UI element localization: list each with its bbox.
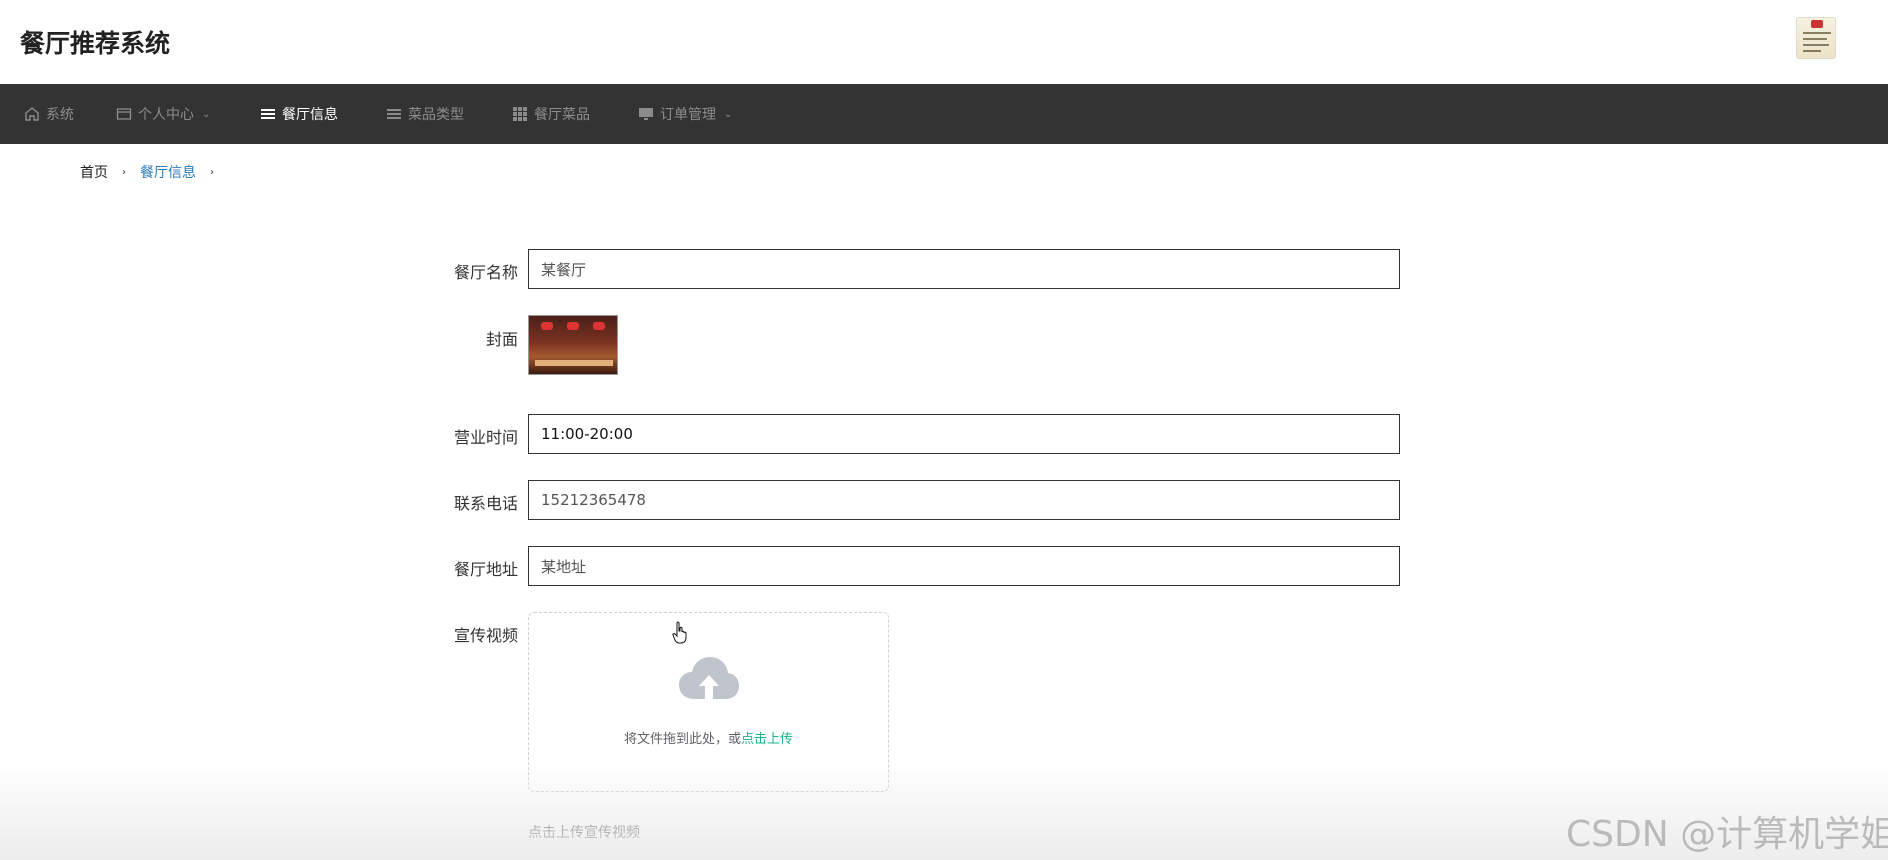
contact-phone-label: 联系电话 (453, 494, 518, 513)
breadcrumb-current[interactable]: 餐厅信息 (140, 162, 196, 182)
cover-label: 封面 (485, 330, 518, 349)
cover-image[interactable] (528, 315, 618, 375)
chevron-down-icon: ⌄ (202, 108, 211, 120)
grid-icon (512, 106, 528, 122)
upload-drop-text: 将文件拖到此处，或 (623, 732, 741, 747)
cover-image-detail (593, 322, 605, 330)
nav-item-label: 餐厅信息 (282, 107, 338, 123)
avatar-line (1803, 32, 1831, 34)
avatar[interactable] (1796, 17, 1836, 59)
nav-item-personal-center[interactable]: 个人中心 ⌄ (116, 84, 210, 144)
chevron-down-icon: ⌄ (724, 108, 733, 120)
watermark: CSDN @计算机学姐 (1566, 814, 1888, 855)
nav-item-system[interactable]: 系统 (24, 84, 74, 144)
upload-hint: 将文件拖到此处，或点击上传 (529, 728, 888, 747)
cover-image-detail (535, 360, 613, 366)
breadcrumb-home[interactable]: 首页 (80, 162, 108, 182)
cloud-upload-icon (678, 655, 740, 703)
nav-item-label: 订单管理 (660, 107, 716, 123)
nav-item-dish-type[interactable]: 菜品类型 (386, 84, 464, 144)
upload-tip: 点击上传宣传视频 (528, 825, 640, 841)
wallet-icon (116, 106, 132, 122)
restaurant-name-input[interactable] (528, 249, 1400, 289)
nav-item-label: 菜品类型 (408, 107, 464, 123)
nav-item-restaurant-dishes[interactable]: 餐厅菜品 (512, 84, 590, 144)
promo-video-label: 宣传视频 (453, 626, 518, 645)
nav-item-label: 餐厅菜品 (534, 107, 590, 123)
avatar-line (1803, 50, 1821, 52)
business-hours-label: 营业时间 (453, 428, 518, 447)
navbar: 系统 个人中心 ⌄ 餐厅信息 菜品类型 餐厅菜品 订单管理 ⌄ (0, 84, 1888, 144)
nav-item-restaurant-info[interactable]: 餐厅信息 (260, 84, 338, 144)
upload-click-link[interactable]: 点击上传 (741, 732, 793, 747)
chevron-right-icon: › (210, 166, 214, 178)
monitor-icon (638, 106, 654, 122)
home-icon (24, 106, 40, 122)
hand-cursor-icon (672, 621, 688, 645)
list-icon (386, 106, 402, 122)
business-hours-input[interactable] (528, 414, 1400, 454)
nav-item-order-management[interactable]: 订单管理 ⌄ (638, 84, 732, 144)
avatar-seal (1811, 20, 1823, 28)
restaurant-address-input[interactable] (528, 546, 1400, 586)
nav-item-label: 个人中心 (138, 107, 194, 123)
avatar-line (1803, 44, 1829, 46)
page: 餐厅推荐系统 系统 个人中心 ⌄ 餐厅信息 菜品类型 餐厅菜品 订单管理 ⌄ 首… (0, 0, 1888, 860)
header: 餐厅推荐系统 (0, 0, 1888, 84)
restaurant-name-label: 餐厅名称 (453, 263, 518, 282)
avatar-line (1803, 38, 1827, 40)
nav-item-label: 系统 (46, 107, 74, 123)
app-title: 餐厅推荐系统 (20, 29, 171, 58)
video-upload-dropzone[interactable]: 将文件拖到此处，或点击上传 (528, 612, 889, 792)
breadcrumb: 首页 › 餐厅信息 › (80, 162, 228, 182)
cover-image-detail (541, 322, 553, 330)
cover-image-detail (567, 322, 579, 330)
restaurant-address-label: 餐厅地址 (453, 560, 518, 579)
list-icon (260, 106, 276, 122)
chevron-right-icon: › (122, 166, 126, 178)
contact-phone-input[interactable] (528, 480, 1400, 520)
